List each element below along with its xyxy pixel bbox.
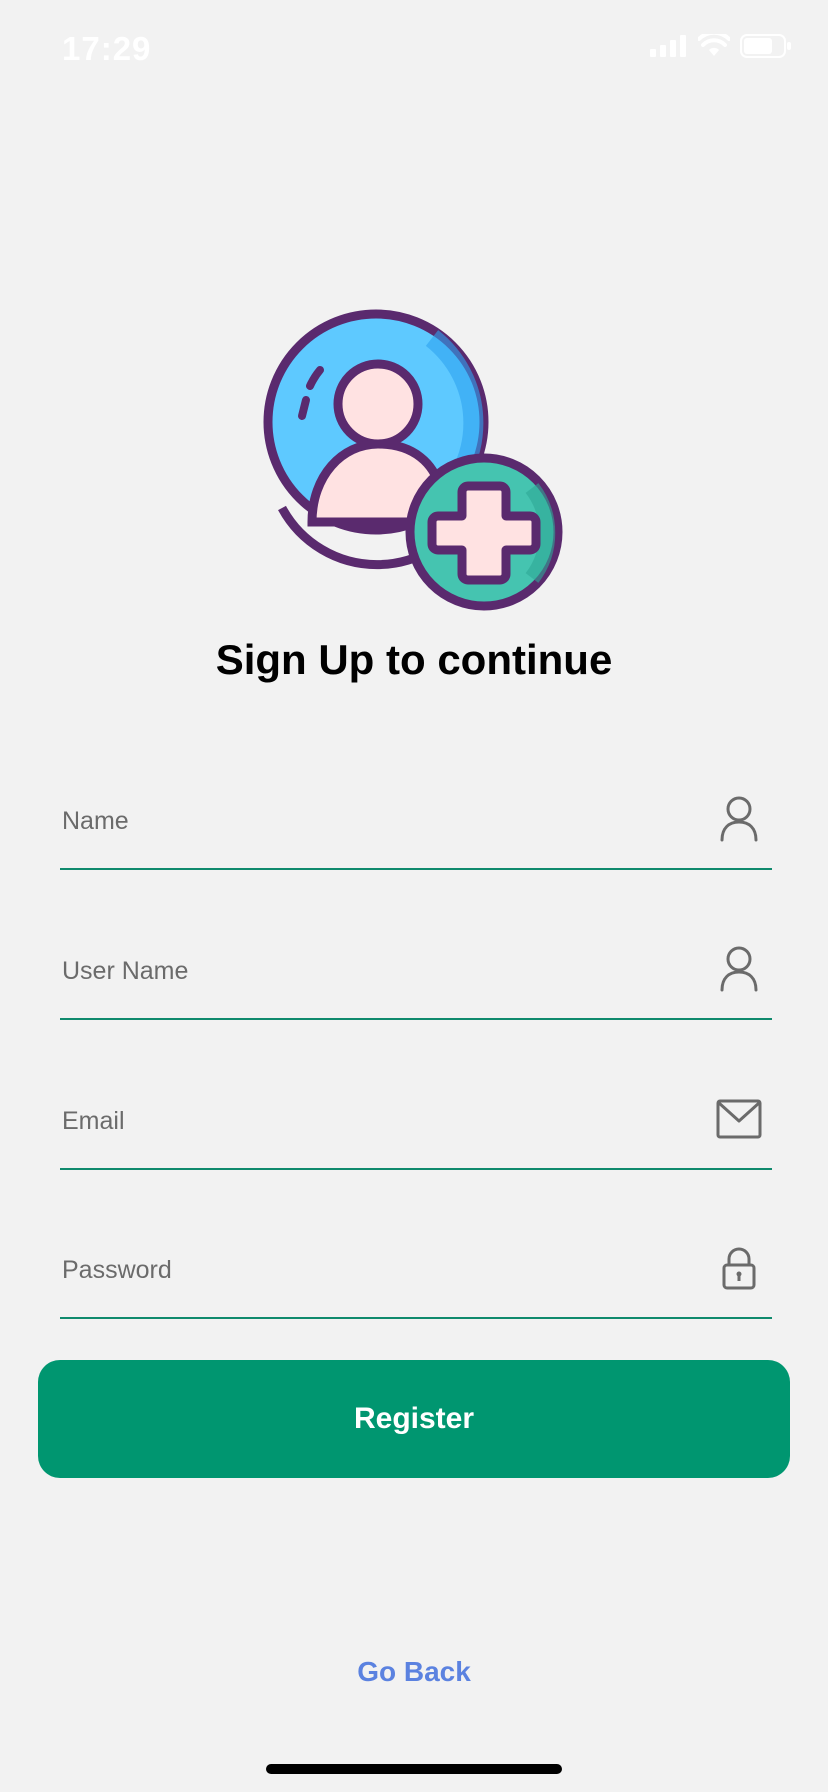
page-title: Sign Up to continue bbox=[215, 636, 613, 683]
register-button[interactable]: Register bbox=[38, 1360, 790, 1478]
home-indicator bbox=[266, 1764, 562, 1774]
mail-icon bbox=[714, 1094, 764, 1144]
cellular-signal-icon bbox=[650, 35, 688, 62]
add-user-illustration bbox=[262, 308, 564, 614]
lock-icon bbox=[714, 1243, 764, 1293]
go-back-link[interactable]: Go Back bbox=[0, 1656, 828, 1688]
status-time: 17:29 bbox=[62, 30, 152, 67]
sign-up-screen: 17:29 Sign Up to continue Name User Name… bbox=[0, 0, 828, 1792]
name-field bbox=[60, 772, 772, 870]
email-input[interactable] bbox=[62, 1096, 682, 1146]
username-field bbox=[60, 922, 772, 1020]
person-icon bbox=[714, 794, 764, 844]
username-input[interactable] bbox=[62, 946, 682, 996]
email-field bbox=[60, 1072, 772, 1170]
person-icon bbox=[714, 944, 764, 994]
password-field bbox=[60, 1221, 772, 1319]
status-bar: 17:29 bbox=[0, 0, 828, 100]
password-input[interactable] bbox=[62, 1245, 682, 1295]
status-icons bbox=[650, 30, 792, 63]
wifi-icon bbox=[697, 30, 731, 63]
battery-icon bbox=[740, 34, 792, 63]
name-input[interactable] bbox=[62, 796, 682, 846]
